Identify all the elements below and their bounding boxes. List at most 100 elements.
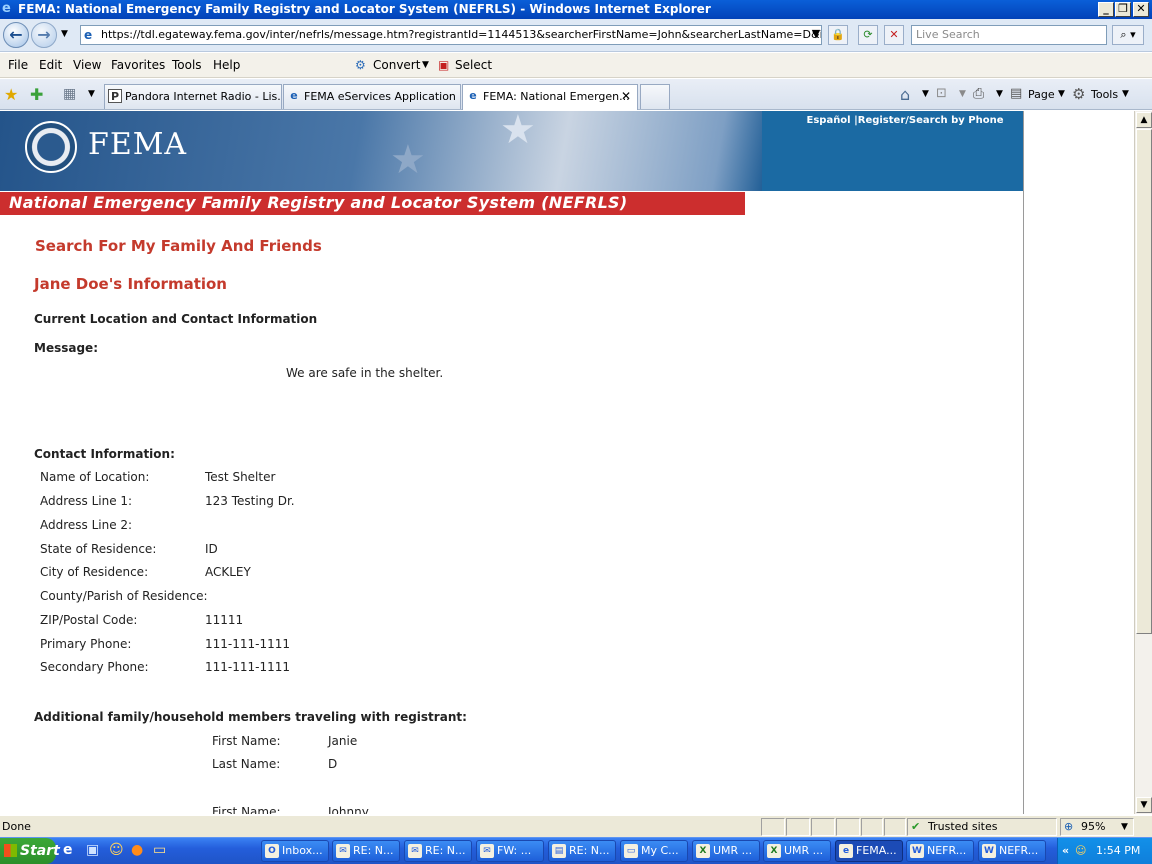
- start-button[interactable]: Start: [0, 838, 60, 864]
- page-dropdown-icon[interactable]: ▼: [1058, 89, 1065, 99]
- tools-menu-button[interactable]: Tools: [1091, 88, 1118, 101]
- new-tab-button[interactable]: [640, 84, 670, 109]
- history-dropdown-icon[interactable]: ▼: [61, 29, 68, 39]
- taskbar-item[interactable]: ✉ RE: N...: [332, 840, 400, 862]
- taskbar-item-label: FW: ...: [497, 844, 532, 857]
- scroll-down-icon[interactable]: ▼: [1136, 797, 1152, 813]
- stop-icon[interactable]: ✕: [884, 25, 904, 45]
- taskbar-item[interactable]: X UMR ...: [763, 840, 831, 862]
- select-button[interactable]: Select: [455, 53, 492, 78]
- feeds-icon[interactable]: ⊡: [936, 86, 947, 101]
- menu-tools[interactable]: Tools: [172, 53, 202, 78]
- close-window-button[interactable]: ✕: [1133, 2, 1149, 17]
- lock-icon[interactable]: 🔒: [828, 25, 848, 45]
- taskbar-item[interactable]: O Inbox...: [261, 840, 329, 862]
- scroll-thumb[interactable]: [1136, 129, 1152, 634]
- quicklaunch-firefox-icon[interactable]: ●: [131, 842, 143, 858]
- banner-links[interactable]: Español |Register/Search by Phone: [790, 115, 1020, 126]
- quicklaunch-folder-icon[interactable]: ▭: [153, 842, 166, 858]
- close-tab-icon[interactable]: ✕: [621, 85, 631, 108]
- url-input[interactable]: e https://tdl.egateway.fema.gov/inter/ne…: [80, 25, 822, 45]
- taskbar-item-active[interactable]: e FEMA...: [835, 840, 903, 862]
- folder-icon: ▭: [624, 844, 638, 858]
- contact-value: 111-111-1111: [205, 660, 291, 674]
- window-titlebar[interactable]: e FEMA: National Emergency Family Regist…: [0, 0, 1152, 19]
- taskbar-item[interactable]: ✉ FW: ...: [476, 840, 544, 862]
- zoom-icon: ⊕: [1064, 820, 1074, 833]
- tray-expand-icon[interactable]: «: [1062, 838, 1069, 864]
- add-favorite-icon[interactable]: ✚: [30, 85, 43, 104]
- excel-icon: X: [696, 844, 710, 858]
- mail-icon: ✉: [336, 844, 350, 858]
- member-value: D: [328, 757, 338, 771]
- home-dropdown-icon[interactable]: ▼: [922, 89, 929, 99]
- taskbar-item[interactable]: ▤ RE: N...: [548, 840, 616, 862]
- forward-button[interactable]: →: [31, 22, 57, 48]
- member-label: First Name:: [212, 805, 281, 814]
- feeds-dropdown-icon[interactable]: ▼: [959, 89, 966, 99]
- restore-button[interactable]: ❐: [1115, 2, 1131, 17]
- status-bar: Done ✔ Trusted sites ⊕ 95% ▼: [0, 815, 1152, 837]
- page-content: ★ ★ FEMA Español |Register/Search by Pho…: [0, 111, 1134, 814]
- back-button[interactable]: ←: [3, 22, 29, 48]
- taskbar-item-label: FEMA...: [856, 844, 897, 857]
- taskbar-item[interactable]: W NEFR...: [906, 840, 974, 862]
- print-icon[interactable]: ⎙: [973, 86, 984, 102]
- menu-file[interactable]: File: [8, 53, 28, 78]
- url-dropdown-icon[interactable]: ▼: [806, 25, 826, 45]
- taskbar-item[interactable]: X UMR ...: [692, 840, 760, 862]
- favorites-star-icon[interactable]: ★: [4, 85, 18, 104]
- page-menu-icon: ▤: [1010, 86, 1023, 101]
- search-input[interactable]: Live Search: [911, 25, 1107, 45]
- contact-label: Primary Phone:: [40, 637, 132, 651]
- taskbar-item[interactable]: W NEFR...: [978, 840, 1046, 862]
- security-zone[interactable]: ✔ Trusted sites: [907, 818, 1057, 836]
- quicklaunch-ie-icon[interactable]: e: [63, 842, 73, 858]
- refresh-icon[interactable]: ⟳: [858, 25, 878, 45]
- word-icon: W: [910, 844, 924, 858]
- taskbar-item[interactable]: ✉ RE: N...: [404, 840, 472, 862]
- contact-label: Address Line 2:: [40, 518, 133, 532]
- taskbar-item-label: RE: N...: [353, 844, 394, 857]
- zoom-level: 95%: [1081, 820, 1106, 833]
- menu-help[interactable]: Help: [213, 53, 240, 78]
- banner-star-icon: ★: [390, 137, 426, 183]
- tools-dropdown-icon[interactable]: ▼: [1122, 89, 1129, 99]
- zoom-control[interactable]: ⊕ 95% ▼: [1060, 818, 1134, 836]
- taskbar-item-label: Inbox...: [282, 844, 323, 857]
- menu-edit[interactable]: Edit: [39, 53, 62, 78]
- message-label: Message:: [34, 341, 98, 355]
- page-menu-button[interactable]: Page: [1028, 88, 1055, 101]
- person-heading: Jane Doe's Information: [34, 275, 227, 293]
- tab-pandora[interactable]: P Pandora Internet Radio - Lis...: [104, 84, 282, 109]
- convert-button[interactable]: Convert: [373, 53, 420, 78]
- vertical-scrollbar[interactable]: ▲ ▼: [1134, 111, 1152, 814]
- convert-dropdown-icon[interactable]: ▼: [422, 53, 429, 78]
- tray-messenger-icon[interactable]: ☺: [1075, 838, 1086, 864]
- section-current-location: Current Location and Contact Information: [34, 312, 318, 326]
- clock[interactable]: 1:54 PM: [1096, 838, 1140, 864]
- dhs-seal-icon: [25, 121, 77, 173]
- quick-tabs-icon[interactable]: ▦: [63, 86, 76, 102]
- tab-list-dropdown-icon[interactable]: ▼: [88, 89, 95, 99]
- tab-fema-nefrls[interactable]: e FEMA: National Emergen... ✕: [462, 84, 638, 110]
- excel-icon: X: [767, 844, 781, 858]
- tab-fema-eservices[interactable]: e FEMA eServices Application ...: [283, 84, 461, 109]
- mail-icon: ✉: [408, 844, 422, 858]
- search-icon[interactable]: ⌕ ▾: [1112, 25, 1144, 45]
- home-icon[interactable]: ⌂: [900, 85, 910, 104]
- taskbar-item[interactable]: ▭ My C...: [620, 840, 688, 862]
- member-label: Last Name:: [212, 757, 281, 771]
- quicklaunch-messenger-icon[interactable]: ☺: [109, 842, 124, 858]
- taskbar-item-label: RE: N...: [569, 844, 610, 857]
- scroll-up-icon[interactable]: ▲: [1136, 112, 1152, 128]
- menu-favorites[interactable]: Favorites: [111, 53, 165, 78]
- members-label: Additional family/household members trav…: [34, 710, 467, 724]
- quicklaunch-desktop-icon[interactable]: ▣: [86, 842, 99, 858]
- menu-view[interactable]: View: [73, 53, 101, 78]
- print-dropdown-icon[interactable]: ▼: [996, 89, 1003, 99]
- minimize-button[interactable]: _: [1098, 2, 1114, 17]
- status-pane: [786, 818, 810, 836]
- windows-flag-icon: [4, 844, 17, 857]
- zoom-dropdown-icon[interactable]: ▼: [1121, 819, 1128, 835]
